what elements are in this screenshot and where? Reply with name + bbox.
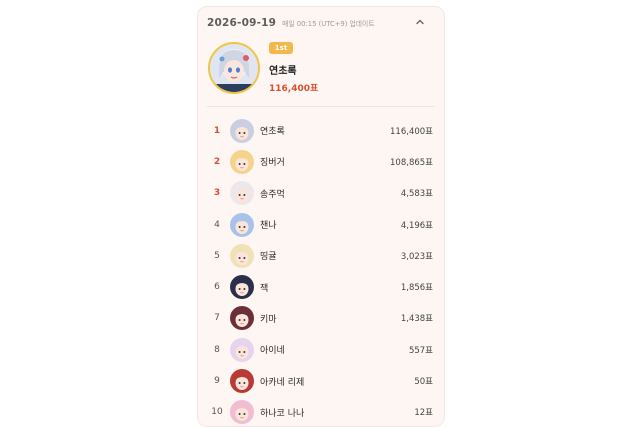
- member-name: 연초록: [260, 127, 285, 138]
- member-avatar[interactable]: [230, 212, 254, 237]
- member-avatar[interactable]: [230, 243, 254, 268]
- member-name: 아이네: [260, 346, 285, 357]
- vote-count: 50표: [414, 377, 433, 388]
- member-avatar[interactable]: [230, 118, 254, 143]
- vote-count: 557표: [408, 345, 433, 356]
- vote-count: 3,023표: [400, 251, 433, 262]
- rank-number: 4: [214, 219, 220, 230]
- vote-count: 1,438표: [400, 314, 433, 325]
- update-schedule-note: 매일 00:15 (UTC+9) 업데이트: [282, 20, 375, 28]
- rank-number: 7: [214, 313, 220, 324]
- rank-number: 1: [213, 125, 221, 136]
- winner-avatar[interactable]: [208, 42, 260, 94]
- ranking-row[interactable]: 4 챈나 4,196표: [197, 209, 445, 240]
- member-avatar[interactable]: [230, 400, 254, 425]
- ranking-row[interactable]: 7 키마 1,438표: [197, 303, 445, 334]
- member-name: 하나코 나나: [260, 408, 305, 419]
- ranking-list: 1 연초록 116,400표 2 징버거 108,865표 3 송주먹 4,583표 4 챈나 4,1…: [197, 115, 445, 427]
- member-name: 띵귤: [260, 252, 277, 263]
- member-name: 잭: [260, 283, 269, 294]
- member-avatar[interactable]: [230, 149, 254, 174]
- member-avatar[interactable]: [230, 306, 254, 331]
- member-avatar[interactable]: [230, 181, 254, 206]
- ranking-row[interactable]: 3 송주먹 4,583표: [197, 178, 445, 209]
- member-name: 챈나: [260, 221, 277, 232]
- card-header: 2026-09-19 매일 00:15 (UTC+9) 업데이트: [207, 16, 437, 30]
- winner-name: 연초록: [269, 66, 297, 77]
- winner-votes: 116,400표: [269, 84, 319, 94]
- ranking-row[interactable]: 2 징버거 108,865표: [197, 146, 445, 177]
- member-name: 송주먹: [260, 189, 285, 200]
- rank-number: 10: [211, 407, 223, 418]
- vote-count: 4,196표: [400, 220, 433, 231]
- member-name: 징버거: [260, 158, 285, 169]
- vote-count: 116,400표: [390, 126, 433, 137]
- ranking-date: 2026-09-19: [207, 17, 277, 29]
- vote-count: 4,583표: [400, 189, 433, 200]
- rank-number: 3: [213, 188, 221, 199]
- rank-number: 5: [214, 250, 220, 261]
- ranking-row[interactable]: 8 아이네 557표: [197, 334, 445, 365]
- member-avatar[interactable]: [230, 337, 254, 362]
- ranking-card: 2026-09-19 매일 00:15 (UTC+9) 업데이트 1st 연초록…: [197, 6, 445, 427]
- ranking-row[interactable]: 10 하나코 나나 12표: [197, 397, 445, 427]
- ranking-row[interactable]: 9 아카네 리제 50표: [197, 365, 445, 396]
- member-avatar[interactable]: [230, 275, 254, 300]
- vote-count: 12표: [414, 408, 433, 419]
- vote-count: 108,865표: [390, 157, 433, 168]
- rank-number: 8: [214, 344, 220, 355]
- ranking-row[interactable]: 6 잭 1,856표: [197, 271, 445, 302]
- ranking-row[interactable]: 1 연초록 116,400표: [197, 115, 445, 146]
- rank-number: 9: [214, 376, 220, 387]
- rank-number: 6: [214, 282, 220, 293]
- rank-number: 2: [213, 156, 221, 167]
- member-avatar[interactable]: [230, 369, 254, 394]
- ranking-row[interactable]: 5 띵귤 3,023표: [197, 240, 445, 271]
- member-name: 키마: [260, 314, 277, 325]
- first-place-badge: 1st: [269, 42, 293, 54]
- divider: [207, 106, 435, 107]
- vote-count: 1,856표: [400, 283, 433, 294]
- collapse-chevron-up-icon[interactable]: [413, 15, 427, 29]
- member-name: 아카네 리제: [260, 377, 305, 388]
